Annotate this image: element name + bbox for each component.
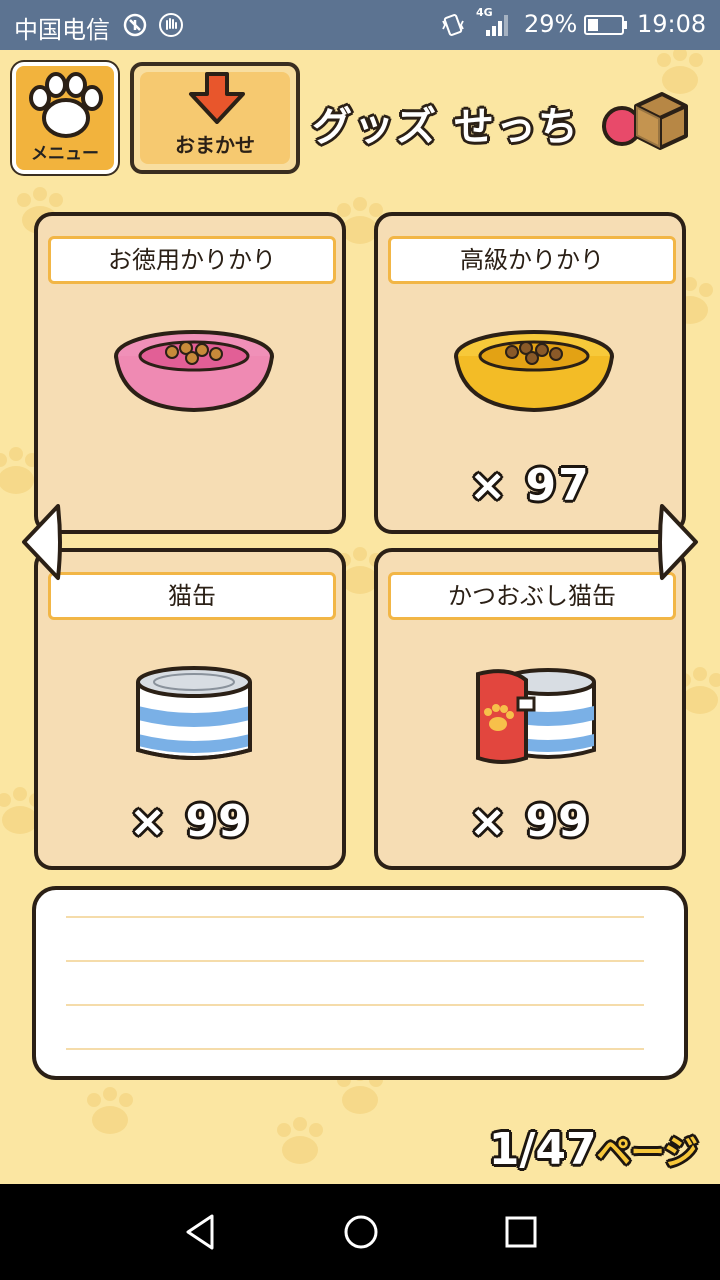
page-unit: ページ — [596, 1133, 698, 1173]
hand-icon — [159, 13, 183, 37]
item-name: お徳用かりかり — [48, 236, 336, 284]
home-icon[interactable] — [339, 1210, 383, 1254]
goods-placement-screen: メニュー おまかせ グッズ せっち お徳用かりかり 高級かりかり × 97 猫缶… — [0, 50, 720, 1184]
battery-percent: 29% — [524, 10, 578, 38]
down-arrow-icon — [189, 72, 245, 124]
next-page-arrow-icon[interactable] — [656, 502, 702, 582]
navigation-bar — [0, 1184, 720, 1280]
item-name: 猫缶 — [48, 572, 336, 620]
auto-label: おまかせ — [175, 133, 255, 157]
description-line — [66, 1048, 644, 1050]
ball-and-box-icon — [602, 92, 688, 150]
clock: 19:08 — [637, 10, 707, 38]
carrier-name: 中国电信 — [14, 16, 110, 44]
pink-food-bowl-icon — [114, 330, 274, 413]
recents-icon[interactable] — [499, 1210, 543, 1254]
item-description-box — [32, 886, 688, 1080]
cat-can-icon — [136, 666, 252, 760]
signal-icon — [486, 15, 508, 36]
gold-food-bowl-icon — [454, 330, 614, 413]
usb-debug-icon — [123, 13, 147, 37]
page-indicator: 1/47ページ — [489, 1124, 698, 1175]
item-card[interactable]: 猫缶 × 99 — [34, 548, 346, 870]
item-quantity: × 99 — [469, 796, 591, 847]
page-title: グッズ せっち — [312, 104, 580, 150]
item-name: かつおぶし猫缶 — [388, 572, 676, 620]
description-line — [66, 960, 644, 962]
description-line — [66, 1004, 644, 1006]
item-quantity: × 99 — [129, 796, 251, 847]
menu-label: メニュー — [31, 144, 99, 164]
battery-icon — [584, 15, 627, 35]
item-card[interactable]: お徳用かりかり — [34, 212, 346, 534]
bonito-cat-can-icon — [476, 668, 596, 764]
paw-icon — [29, 72, 103, 138]
item-name: 高級かりかり — [388, 236, 676, 284]
previous-page-arrow-icon[interactable] — [18, 502, 64, 582]
page-number: 1/47 — [488, 1124, 597, 1175]
description-line — [66, 916, 644, 918]
item-quantity: × 97 — [469, 460, 591, 511]
vibrate-icon — [442, 14, 464, 36]
menu-button[interactable]: メニュー — [12, 62, 118, 174]
item-card[interactable]: 高級かりかり × 97 — [374, 212, 686, 534]
status-bar: 中国电信 4G 29% 19:08 — [0, 0, 720, 50]
back-icon[interactable] — [180, 1210, 224, 1254]
auto-place-button[interactable]: おまかせ — [130, 62, 300, 174]
item-card[interactable]: かつおぶし猫缶 × 99 — [374, 548, 686, 870]
